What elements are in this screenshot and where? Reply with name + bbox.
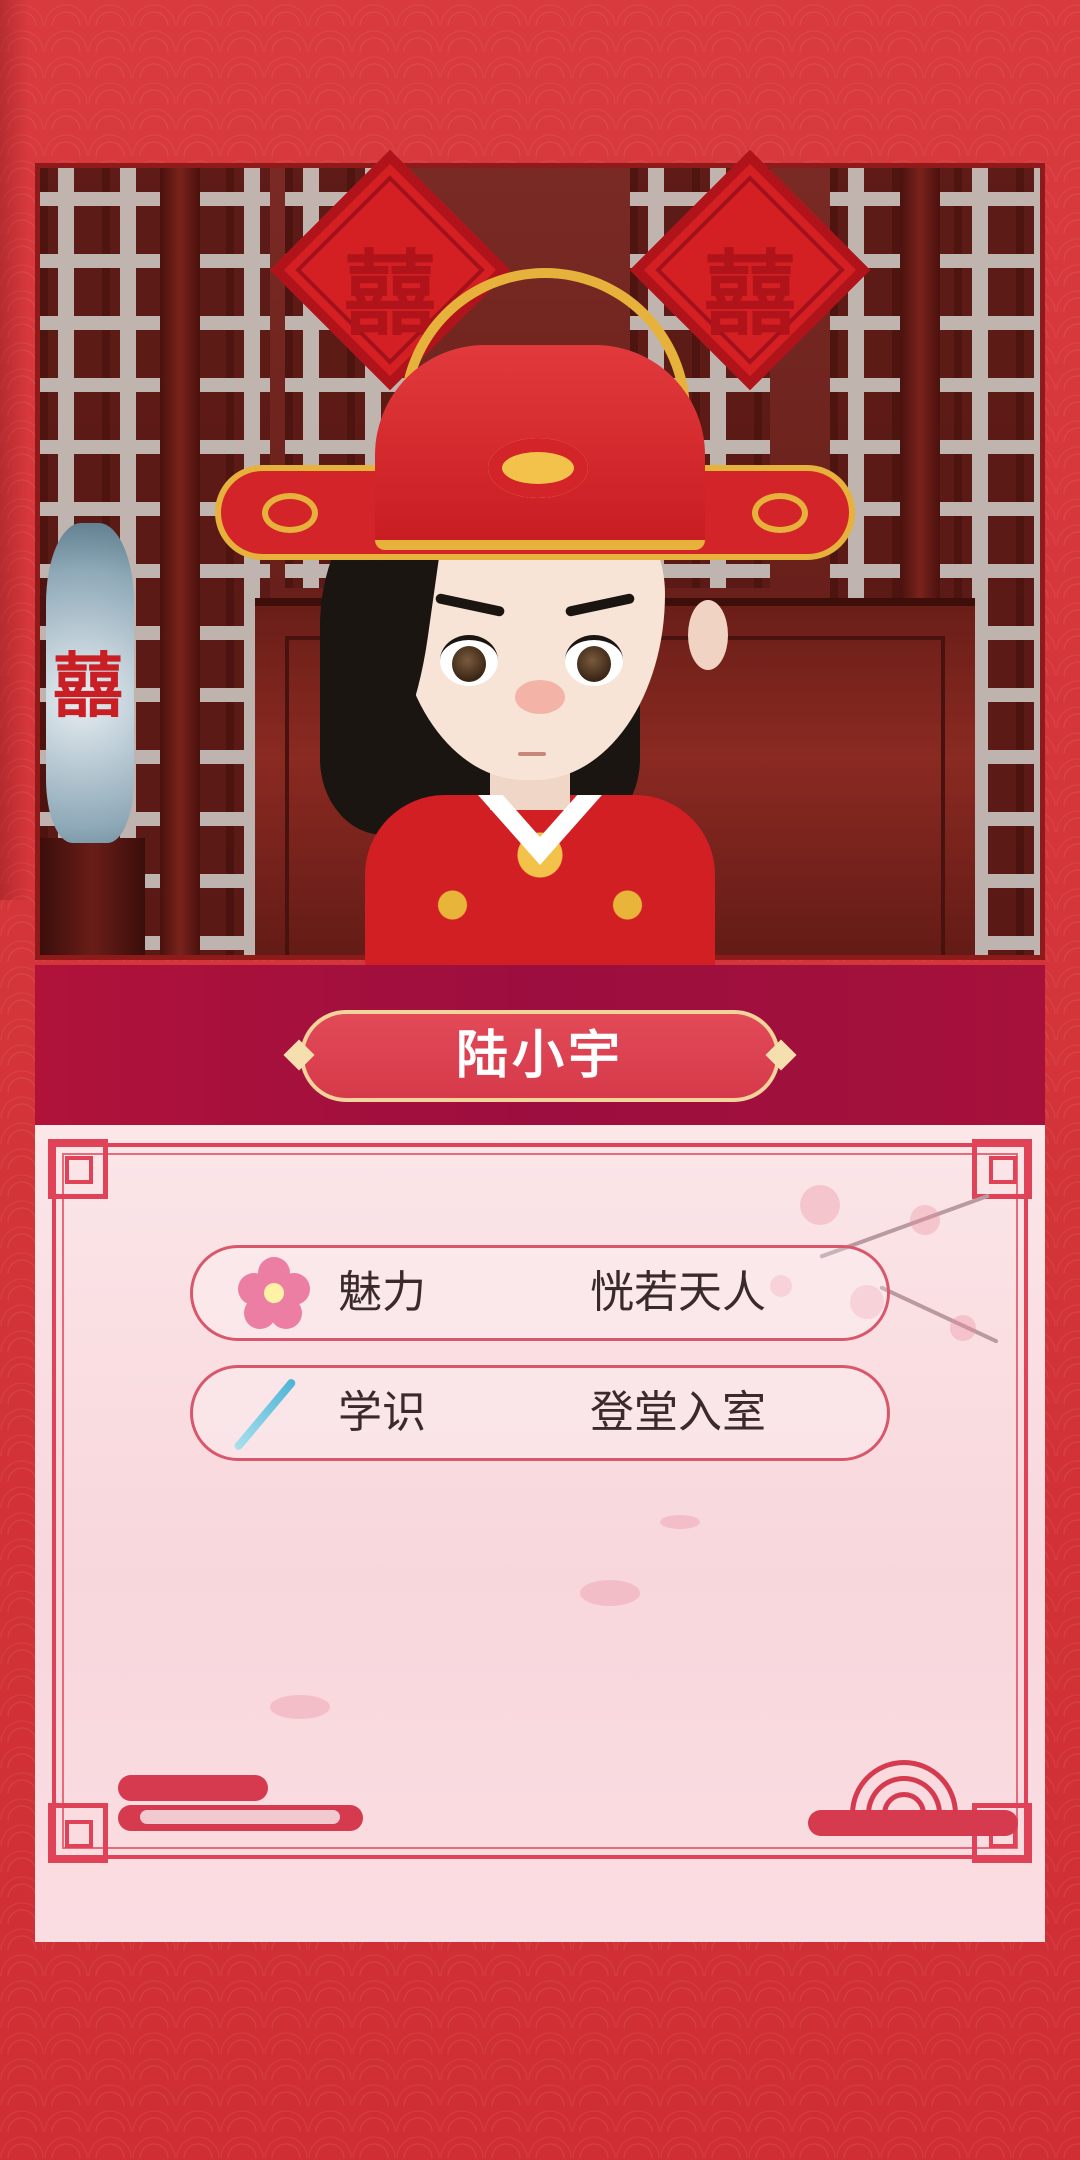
avatar-cheek bbox=[515, 680, 565, 714]
character-name: 陆小宇 bbox=[455, 1026, 624, 1086]
avatar-mouth bbox=[518, 752, 546, 756]
stat-label-charm: 魅力 bbox=[338, 1267, 426, 1318]
falling-petal bbox=[660, 1515, 700, 1529]
cloud-ornament-left bbox=[118, 1775, 268, 1801]
avatar-eye-left bbox=[440, 635, 498, 686]
frame-corner-bottom-left bbox=[48, 1803, 108, 1863]
frame-corner-top-left bbox=[48, 1139, 108, 1199]
hat-disc-right bbox=[752, 493, 808, 533]
hat-emblem bbox=[488, 438, 588, 498]
stat-value-knowledge: 登堂入室 bbox=[590, 1387, 766, 1438]
stat-value-charm: 恍若天人 bbox=[590, 1267, 766, 1318]
stat-label-knowledge: 学识 bbox=[338, 1387, 426, 1438]
falling-petal bbox=[270, 1695, 330, 1719]
falling-petal bbox=[580, 1580, 640, 1606]
hat-disc-left bbox=[262, 493, 318, 533]
cloud-ornament-left-inner bbox=[140, 1810, 340, 1824]
avatar-ear-right bbox=[688, 600, 728, 670]
plum-blossom-icon bbox=[238, 1257, 310, 1329]
avatar-eye-right bbox=[565, 635, 623, 686]
